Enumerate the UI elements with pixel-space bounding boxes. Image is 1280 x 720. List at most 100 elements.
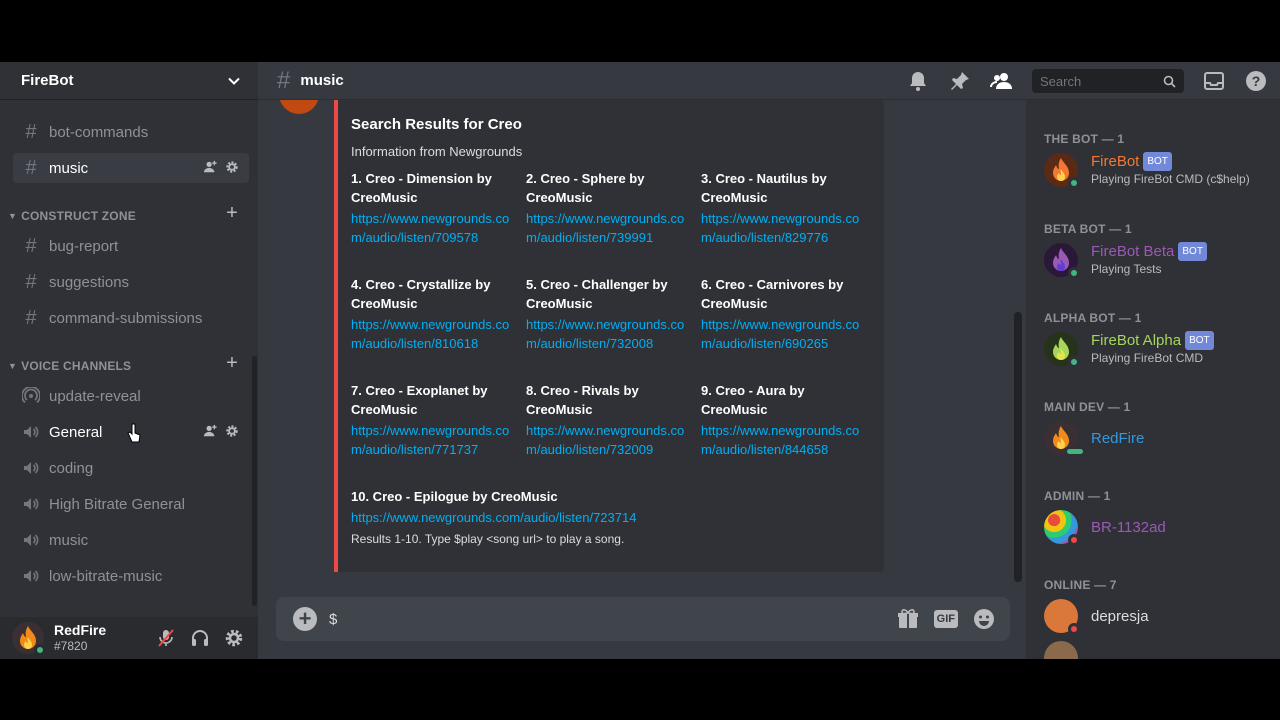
member-item[interactable]: depresja (1044, 596, 1149, 636)
result-title: 3. Creo - Nautilus by CreoMusic (701, 171, 827, 205)
add-attachment-button[interactable]: + (293, 607, 317, 631)
member-name: FireBot Alpha (1091, 332, 1182, 349)
channel-command-submissions[interactable]: # command-submissions (13, 303, 249, 333)
add-channel-icon[interactable]: + (226, 352, 238, 375)
channel-header: # music Search ? (258, 62, 1280, 100)
result-field: 6. Creo - Carnivores by CreoMusic https:… (701, 275, 871, 353)
result-title: 7. Creo - Exoplanet by CreoMusic (351, 383, 488, 417)
channel-low-bitrate-music[interactable]: low-bitrate-music (13, 561, 249, 591)
bot-tag: BOT (1178, 242, 1207, 261)
result-field: 5. Creo - Challenger by CreoMusic https:… (526, 275, 696, 353)
gift-icon[interactable] (896, 607, 920, 631)
result-link[interactable]: https://www.newgrounds.com/audio/listen/… (526, 315, 696, 353)
message-input[interactable]: + $ GIF (276, 597, 1010, 641)
gear-icon[interactable] (225, 160, 239, 174)
avatar (1044, 243, 1080, 279)
channel-bug-report[interactable]: # bug-report (13, 231, 249, 261)
emoji-icon[interactable] (972, 607, 996, 631)
mute-microphone-icon[interactable] (156, 628, 176, 648)
hash-icon: # (25, 270, 37, 293)
channel-label: General (49, 423, 103, 441)
category-construct-zone[interactable]: ▼ CONSTRUCT ZONE + (8, 202, 246, 224)
bell-icon[interactable] (906, 69, 930, 93)
inbox-icon[interactable] (1202, 69, 1226, 93)
help-icon[interactable]: ? (1244, 69, 1268, 93)
category-label: VOICE CHANNELS (21, 359, 132, 373)
channel-label: High Bitrate General (49, 495, 185, 513)
member-item[interactable]: FireBot Beta BOT Playing Tests (1044, 240, 1207, 280)
member-item[interactable]: FireBot Alpha BOT Playing FireBot CMD (1044, 329, 1214, 369)
result-link[interactable]: https://www.newgrounds.com/audio/listen/… (701, 421, 871, 459)
result-title: 9. Creo - Aura by CreoMusic (701, 383, 805, 417)
headphones-icon[interactable] (190, 628, 210, 648)
member-activity: Playing FireBot CMD (1091, 351, 1204, 365)
member-item[interactable]: RedFire (1044, 418, 1144, 458)
result-link[interactable]: https://www.newgrounds.com/audio/listen/… (526, 421, 696, 459)
chat-scrollbar[interactable] (1014, 312, 1022, 582)
member-item[interactable] (1044, 638, 1078, 659)
result-link[interactable]: https://www.newgrounds.com/audio/listen/… (351, 508, 871, 527)
discord-window: FireBot # bot-commands # music ▼ CONSTRU… (0, 62, 1280, 659)
speaker-icon (21, 495, 41, 513)
speaker-icon (21, 567, 41, 585)
message-input-text[interactable]: $ (329, 611, 337, 628)
online-status-dot (1068, 177, 1080, 189)
channel-bot-commands[interactable]: # bot-commands (13, 117, 249, 147)
search-input[interactable]: Search (1032, 69, 1184, 93)
gif-button[interactable]: GIF (933, 610, 958, 628)
result-field: 1. Creo - Dimension by CreoMusic https:/… (351, 169, 521, 247)
member-group-header: BETA BOT — 1 (1044, 222, 1132, 236)
mouse-cursor-icon (127, 423, 141, 443)
category-voice-channels[interactable]: ▼ VOICE CHANNELS + (8, 352, 246, 374)
caret-down-icon: ▼ (8, 361, 18, 371)
sidebar-scrollbar[interactable] (252, 356, 257, 606)
bot-avatar[interactable] (279, 100, 319, 114)
speaker-icon (21, 423, 41, 441)
member-activity: Playing FireBot CMD (c$help) (1091, 172, 1250, 186)
member-item[interactable]: FireBot BOT Playing FireBot CMD (c$help) (1044, 150, 1250, 190)
result-link[interactable]: https://www.newgrounds.com/audio/listen/… (701, 315, 871, 353)
result-field: 4. Creo - Crystallize by CreoMusic https… (351, 275, 521, 353)
channel-label: suggestions (49, 273, 130, 291)
avatar (1044, 421, 1086, 457)
hash-icon: # (25, 120, 37, 143)
server-header[interactable]: FireBot (0, 62, 258, 100)
channel-music-voice[interactable]: music (13, 525, 249, 555)
invite-icon[interactable] (203, 160, 217, 174)
hash-icon: # (25, 306, 37, 329)
result-field: 9. Creo - Aura by CreoMusic https://www.… (701, 381, 871, 459)
result-link[interactable]: https://www.newgrounds.com/audio/listen/… (701, 209, 871, 247)
channel-music[interactable]: # music (13, 153, 249, 183)
result-field: 7. Creo - Exoplanet by CreoMusic https:/… (351, 381, 521, 459)
avatar (1044, 153, 1080, 189)
search-icon (1163, 75, 1176, 88)
channel-label: bot-commands (49, 123, 149, 141)
member-item[interactable]: BR-1132ad (1044, 507, 1166, 547)
message-list: Search Results for Creo Information from… (258, 100, 1018, 590)
speaker-icon (21, 531, 41, 549)
category-label: CONSTRUCT ZONE (21, 209, 136, 223)
result-link[interactable]: https://www.newgrounds.com/audio/listen/… (351, 421, 521, 459)
result-link[interactable]: https://www.newgrounds.com/audio/listen/… (351, 315, 521, 353)
add-channel-icon[interactable]: + (226, 202, 238, 225)
result-link[interactable]: https://www.newgrounds.com/audio/listen/… (351, 209, 521, 247)
result-link[interactable]: https://www.newgrounds.com/audio/listen/… (526, 209, 696, 247)
invite-icon[interactable] (203, 424, 217, 438)
channel-high-bitrate-general[interactable]: High Bitrate General (13, 489, 249, 519)
member-name: depresja (1091, 607, 1149, 625)
result-title: 4. Creo - Crystallize by CreoMusic (351, 277, 491, 311)
dnd-status-dot (1068, 534, 1080, 546)
members-icon[interactable] (990, 69, 1014, 93)
bot-tag: BOT (1143, 152, 1172, 171)
pin-icon[interactable] (948, 69, 972, 93)
avatar[interactable] (12, 622, 46, 656)
user-settings-gear-icon[interactable] (224, 628, 244, 648)
online-status-dot (1068, 356, 1080, 368)
user-discriminator: #7820 (54, 639, 88, 653)
channel-coding[interactable]: coding (13, 453, 249, 483)
member-list: THE BOT — 1 FireBot BOT Playing FireBot C… (1026, 100, 1280, 659)
channel-update-reveal[interactable]: update-reveal (13, 381, 249, 411)
dnd-status-dot (1068, 623, 1080, 635)
channel-suggestions[interactable]: # suggestions (13, 267, 249, 297)
gear-icon[interactable] (225, 424, 239, 438)
